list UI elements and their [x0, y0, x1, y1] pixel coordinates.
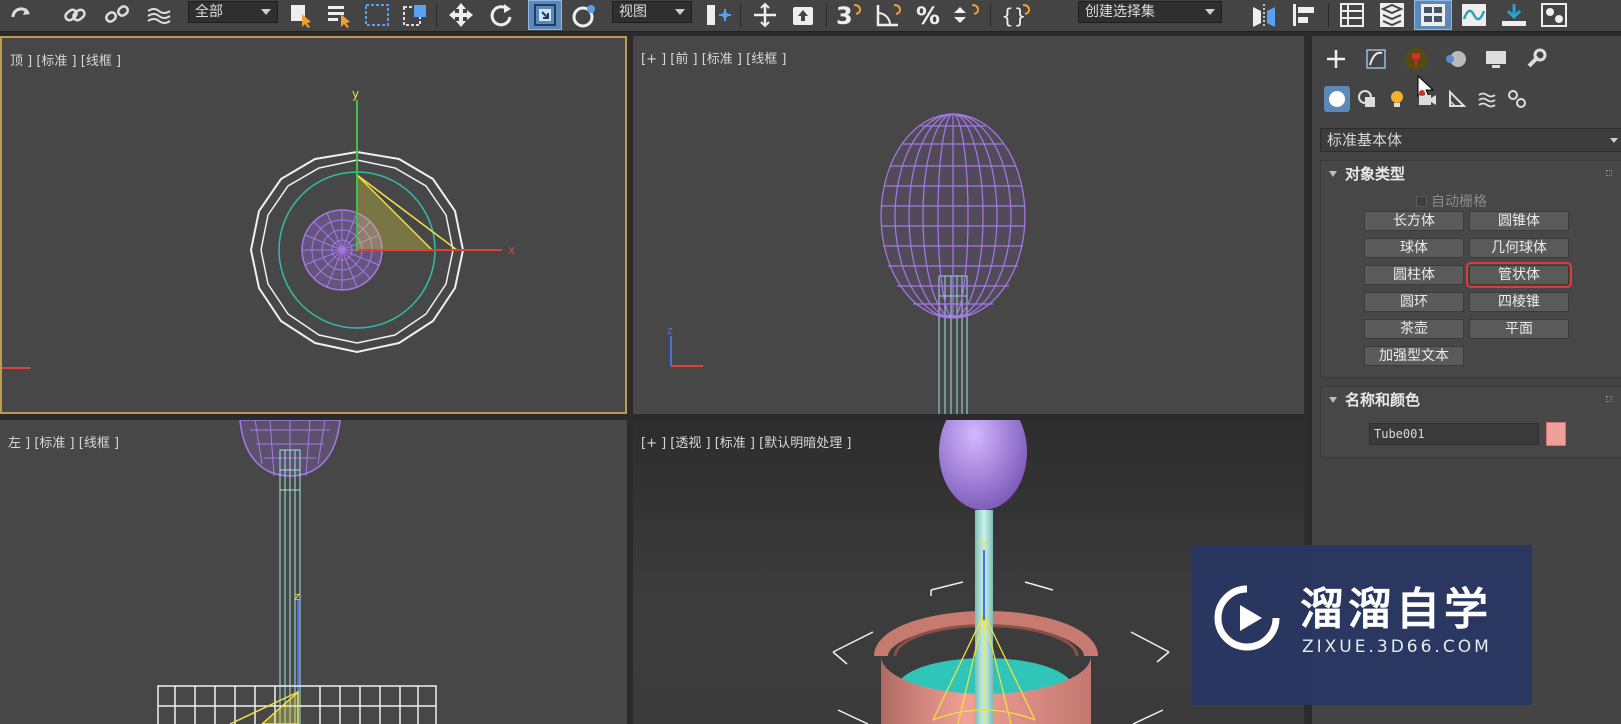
sphere-shaded [939, 420, 1027, 510]
object-type-title: 对象类型 [1345, 165, 1406, 183]
select-manipulate-icon[interactable] [748, 0, 782, 30]
object-color-swatch[interactable] [1546, 422, 1566, 446]
modify-icon[interactable] [1360, 44, 1392, 74]
viewport-label-top[interactable]: 顶 ] [标准 ] [线框 ] [10, 50, 121, 69]
object-type-header[interactable]: 对象类型 [1321, 161, 1621, 187]
name-color-rollout: 名称和颜色 Tube001 [1320, 386, 1621, 458]
schematic-view-icon[interactable] [1496, 0, 1532, 30]
name-color-title: 名称和颜色 [1345, 391, 1421, 409]
motion-icon[interactable] [1440, 44, 1472, 74]
unlink-icon[interactable] [100, 0, 134, 30]
place-object-icon[interactable] [568, 0, 602, 30]
keyboard-shortcut-icon[interactable] [786, 0, 820, 30]
torus-button[interactable]: 圆环 [1364, 292, 1464, 312]
bind-spacewarp-icon[interactable] [142, 0, 176, 30]
viewport-label-perspective[interactable]: [+ ] [透视 ] [标准 ] [默认明暗处理 ] [641, 432, 851, 451]
viewport-label-left[interactable]: 左 ] [标准 ] [线框 ] [8, 432, 119, 451]
teapot-button[interactable]: 茶壶 [1364, 319, 1464, 339]
box-button[interactable]: 长方体 [1364, 211, 1464, 231]
spacewarps-icon[interactable] [1474, 86, 1500, 112]
primitive-type-dropdown[interactable]: 标准基本体 [1320, 128, 1621, 152]
watermark-title: 溜溜自学 [1300, 584, 1492, 635]
named-selection-value: 创建选择集 [1085, 4, 1155, 20]
material-editor-icon[interactable] [1536, 0, 1572, 30]
front-z-label: z [667, 324, 673, 337]
plane-button[interactable]: 平面 [1469, 319, 1569, 339]
mirror-icon[interactable] [1246, 0, 1282, 30]
rect-selection-region-icon[interactable] [362, 0, 392, 30]
watermark-overlay: 溜溜自学 ZIXUE.3D66.COM [1192, 545, 1532, 705]
ribbon-toggle-icon[interactable] [1414, 0, 1452, 30]
cone-button[interactable]: 圆锥体 [1469, 211, 1569, 231]
layer-explorer-icon[interactable] [1374, 0, 1410, 30]
name-color-header[interactable]: 名称和颜色 [1321, 387, 1621, 413]
sphere-button[interactable]: 球体 [1364, 238, 1464, 258]
pivot-center-icon[interactable] [700, 0, 736, 30]
object-name-field[interactable]: Tube001 [1369, 423, 1539, 445]
sphere-wireframe-front [880, 113, 1026, 319]
persp-z-label: z [981, 538, 987, 551]
window-crossing-icon[interactable] [400, 0, 430, 30]
lights-icon[interactable] [1384, 86, 1410, 112]
svg-text:{}: {} [1001, 4, 1026, 28]
link-icon[interactable] [58, 0, 92, 30]
scene-explorer-icon[interactable] [1334, 0, 1370, 30]
shapes-icon[interactable] [1354, 86, 1380, 112]
left-view-scene: z [157, 420, 437, 724]
watermark-subtitle: ZIXUE.3D66.COM [1302, 637, 1492, 657]
align-icon[interactable] [1286, 0, 1322, 30]
spinner-snap-icon[interactable] [950, 0, 984, 30]
viewport-top[interactable]: x y 顶 ] [标准 ] [线框 ] [0, 36, 627, 414]
ref-coord-dropdown[interactable]: 视图 [612, 1, 692, 23]
y-axis-label: y [352, 87, 359, 101]
geosphere-button[interactable]: 几何球体 [1469, 238, 1569, 258]
ref-coord-value: 视图 [619, 4, 647, 20]
front-view-scene: z [667, 113, 1026, 414]
redo-icon[interactable] [0, 0, 42, 30]
pyramid-button[interactable]: 四棱锥 [1469, 292, 1569, 312]
viewport-front[interactable]: z [+ ] [前 ] [标准 ] [线框 ] [633, 36, 1304, 414]
geometry-icon[interactable] [1324, 86, 1350, 112]
percent-snap-icon[interactable]: % [912, 0, 946, 30]
textplus-button[interactable]: 加强型文本 [1364, 346, 1464, 366]
edit-named-selection-icon[interactable]: {} [996, 0, 1036, 30]
autogrid-label: 自动栅格 [1431, 194, 1487, 210]
helpers-icon[interactable] [1444, 86, 1470, 112]
curve-editor-icon[interactable] [1456, 0, 1492, 30]
primitive-type-value: 标准基本体 [1327, 131, 1403, 149]
main-toolbar: 全部 视图 3 % {} 创建选择集 [0, 0, 1621, 32]
display-icon[interactable] [1480, 44, 1512, 74]
selection-filter-value: 全部 [195, 4, 223, 20]
move-icon[interactable] [444, 0, 478, 30]
utilities-icon[interactable] [1520, 44, 1552, 74]
autogrid-checkbox[interactable]: 自动栅格 [1416, 191, 1487, 211]
systems-icon[interactable] [1504, 86, 1530, 112]
x-axis-label: x [508, 243, 515, 257]
left-z-label: z [294, 590, 300, 603]
cone-gizmo [356, 173, 434, 251]
create-icon[interactable] [1320, 44, 1352, 74]
snap-toggle-label: 3 [836, 2, 853, 29]
named-selection-dropdown[interactable]: 创建选择集 [1078, 1, 1222, 23]
select-object-icon[interactable] [286, 0, 316, 30]
viewport-label-front[interactable]: [+ ] [前 ] [标准 ] [线框 ] [641, 48, 786, 67]
object-type-rollout: 对象类型 自动栅格 长方体 圆锥体 球体 几何球体 圆柱体 管状体 圆环 四棱锥… [1320, 160, 1621, 378]
top-view-scene: x y [2, 87, 515, 369]
scale-icon[interactable] [528, 0, 562, 30]
cameras-icon[interactable] [1414, 86, 1440, 112]
play-logo-icon [1214, 585, 1280, 651]
viewport-left[interactable]: z 左 ] [标准 ] [线框 ] [0, 420, 627, 724]
3dsmax-window: 全部 视图 3 % {} 创建选择集 x y 顶] [标准] [线框] z… [0, 0, 1621, 724]
select-by-name-icon[interactable] [324, 0, 354, 30]
cylinder-button[interactable]: 圆柱体 [1364, 265, 1464, 285]
selection-filter-dropdown[interactable]: 全部 [188, 1, 278, 23]
angle-snap-icon[interactable] [872, 0, 906, 30]
snap-toggle-icon[interactable]: 3 [832, 0, 866, 30]
rotate-icon[interactable] [484, 0, 518, 30]
svg-text:%: % [916, 2, 940, 29]
tube-button[interactable]: 管状体 [1466, 262, 1572, 288]
hierarchy-icon[interactable] [1400, 44, 1432, 74]
